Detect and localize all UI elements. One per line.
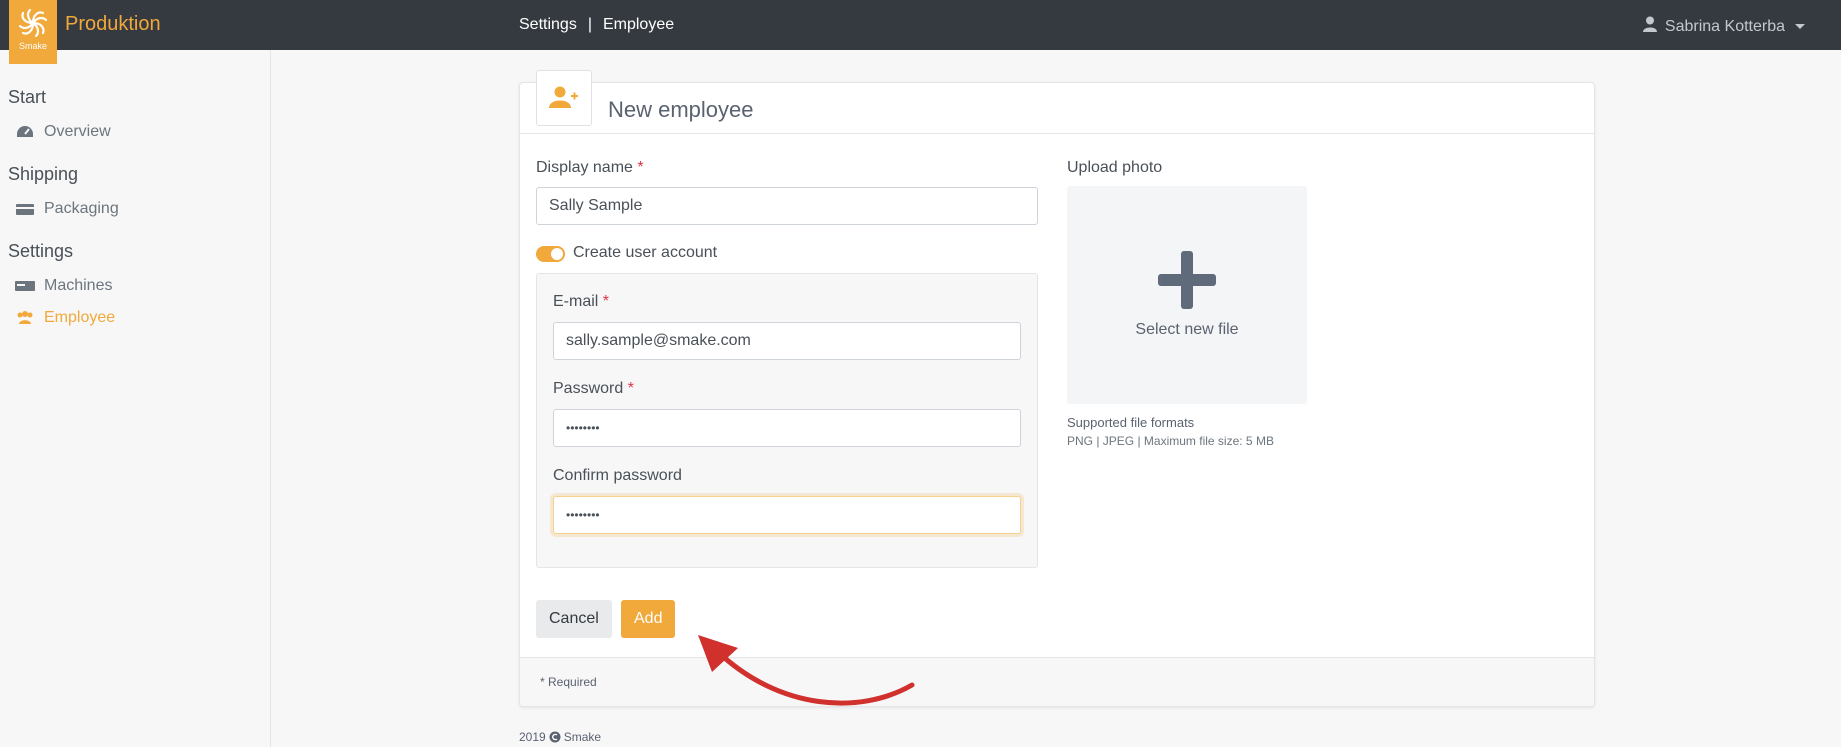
logo[interactable]: Smake (9, 0, 57, 64)
breadcrumb-settings[interactable]: Settings (519, 16, 577, 34)
sidebar-item-machines[interactable]: Machines (15, 277, 112, 295)
password-label-text: Password (553, 380, 624, 397)
formats-title: Supported file formats (1067, 415, 1195, 430)
email-field[interactable] (553, 322, 1021, 360)
app-title[interactable]: Produktion (65, 13, 161, 36)
machine-icon (15, 281, 35, 291)
sidebar-section-start: Start (8, 87, 47, 107)
top-navbar: Produktion Settings | Employee Sabrina K… (0, 0, 1841, 50)
page-title: New employee (608, 97, 754, 122)
email-label: E-mail * (553, 293, 609, 311)
sidebar-item-label: Overview (44, 123, 111, 140)
copyright-icon (549, 731, 561, 743)
display-name-label-text: Display name (536, 159, 633, 176)
smake-logo-icon (18, 8, 48, 38)
boxes-icon (16, 204, 34, 215)
plus-icon (1158, 251, 1216, 309)
add-button[interactable]: Add (621, 600, 676, 638)
confirm-password-field[interactable] (553, 496, 1021, 534)
display-name-input[interactable] (536, 187, 1038, 225)
cancel-button[interactable]: Cancel (536, 600, 612, 638)
sidebar-item-overview[interactable]: Overview (15, 123, 111, 141)
sidebar-item-packaging[interactable]: Packaging (15, 200, 119, 218)
card-footer: * Required (520, 657, 1594, 706)
sidebar-item-label: Machines (44, 277, 113, 294)
account-fields-panel: E-mail * Password * Confirm password (536, 273, 1038, 568)
create-account-label: Create user account (573, 244, 718, 261)
email-label-text: E-mail (553, 293, 599, 310)
password-field[interactable] (553, 409, 1021, 447)
confirm-password-label: Confirm password (553, 467, 682, 484)
display-name-label: Display name * (536, 159, 644, 177)
user-icon (1642, 16, 1657, 37)
copyright: 2019 Smake (519, 730, 601, 744)
breadcrumb-separator: | (587, 16, 592, 33)
dashboard-icon (17, 126, 33, 137)
sidebar-item-label: Employee (44, 309, 116, 326)
breadcrumb: Settings | Employee (519, 16, 674, 34)
upload-photo-label: Upload photo (1067, 159, 1163, 176)
formats-detail: PNG | JPEG | Maximum file size: 5 MB (1067, 434, 1274, 448)
upload-dropzone[interactable]: Select new file (1067, 186, 1307, 404)
user-name: Sabrina Kotterba (1664, 17, 1785, 35)
required-note: * Required (540, 675, 597, 689)
logo-text: Smake (18, 41, 47, 51)
sidebar-section-settings: Settings (8, 241, 74, 261)
sidebar-section-shipping: Shipping (8, 164, 79, 184)
required-marker: * (637, 159, 644, 176)
sidebar-item-employee[interactable]: Employee (15, 309, 115, 327)
user-menu[interactable]: Sabrina Kotterba (1642, 16, 1805, 37)
required-marker: * (627, 380, 634, 397)
annotation-arrow (698, 635, 915, 706)
password-label: Password * (553, 380, 634, 398)
breadcrumb-employee: Employee (602, 16, 675, 33)
users-icon (17, 311, 33, 324)
required-marker: * (602, 293, 610, 310)
sidebar: Start Overview Shipping Packaging Settin… (0, 50, 271, 747)
new-employee-card: New employee Display name * Create user … (519, 70, 1595, 707)
copyright-brand[interactable]: Smake (564, 730, 601, 744)
chevron-down-icon (1795, 24, 1805, 29)
user-plus-icon (536, 70, 592, 126)
create-account-toggle[interactable] (536, 246, 565, 262)
copyright-year: 2019 (519, 730, 546, 744)
select-file-label: Select new file (1135, 321, 1239, 338)
sidebar-item-label: Packaging (44, 200, 119, 217)
card-header: New employee (520, 70, 1594, 134)
